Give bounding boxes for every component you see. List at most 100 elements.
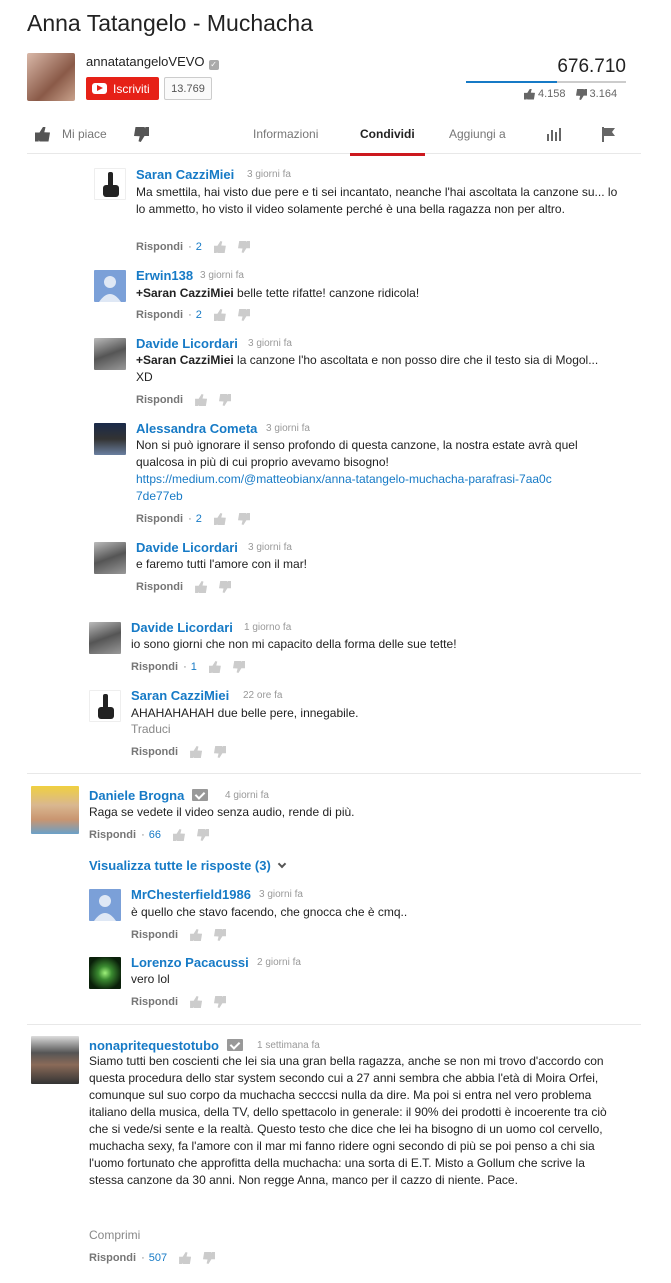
- thumbs-down-icon[interactable]: [238, 241, 250, 253]
- thumbs-down-icon[interactable]: [214, 746, 226, 758]
- comment-text: +Saran CazziMiei belle tette rifatte! ca…: [136, 285, 626, 302]
- channel-avatar[interactable]: [27, 53, 75, 101]
- thumbs-up-icon[interactable]: [208, 661, 221, 673]
- comment-text: Raga se vedete il video senza audio, ren…: [89, 805, 355, 819]
- subscribe-button[interactable]: Iscriviti: [86, 77, 159, 100]
- view-all-replies-button[interactable]: Visualizza tutte le risposte (3): [89, 858, 287, 873]
- thumbs-up-icon[interactable]: [190, 996, 203, 1008]
- channel-name[interactable]: annatatangeloVEVO ✓: [86, 54, 219, 70]
- thumbs-up-icon[interactable]: [213, 241, 226, 253]
- thumbs-up-icon[interactable]: [213, 513, 226, 525]
- avatar[interactable]: [94, 423, 126, 455]
- comment-time[interactable]: 3 giorni fa: [259, 889, 303, 900]
- like-label: Mi piace: [62, 127, 107, 141]
- tab-report[interactable]: [602, 114, 615, 154]
- comment-author[interactable]: Davide Licordari: [136, 540, 238, 555]
- comment-link[interactable]: https://medium.com/@matteobianx/anna-tat…: [136, 471, 556, 505]
- reply-button[interactable]: Rispondi: [131, 929, 178, 941]
- like-count-group: 4.158: [524, 88, 566, 100]
- avatar[interactable]: [89, 957, 121, 989]
- reply-button[interactable]: Rispondi: [136, 394, 183, 406]
- reply-button[interactable]: Rispondi: [136, 513, 183, 525]
- comment-author[interactable]: Saran CazziMiei: [136, 167, 234, 182]
- avatar[interactable]: [89, 889, 121, 921]
- comment-time[interactable]: 3 giorni fa: [248, 542, 292, 553]
- thumbs-down-icon[interactable]: [203, 1252, 215, 1264]
- subscribe-label: Iscriviti: [113, 81, 150, 96]
- thumbs-up-icon[interactable]: [190, 929, 203, 941]
- reply-button[interactable]: Rispondi: [131, 746, 178, 758]
- comment-author[interactable]: Davide Licordari: [131, 620, 233, 635]
- thumbs-down-icon[interactable]: [219, 581, 231, 593]
- comment-actions: Rispondi: [131, 746, 226, 758]
- reply-button[interactable]: Rispondi: [136, 241, 183, 253]
- read-less-link[interactable]: Comprimi: [89, 1228, 140, 1242]
- comment-author[interactable]: Davide Licordari: [136, 336, 238, 351]
- thumbs-up-icon[interactable]: [195, 581, 208, 593]
- tab-informazioni[interactable]: Informazioni: [253, 114, 318, 154]
- default-user-icon: [99, 276, 121, 302]
- chevron-down-icon: [277, 859, 287, 869]
- thumbs-down-icon[interactable]: [219, 394, 231, 406]
- subscriber-count: 13.769: [164, 77, 212, 100]
- separator: ·: [188, 513, 192, 525]
- thumbs-up-icon[interactable]: [179, 1252, 192, 1264]
- like-button[interactable]: Mi piace: [35, 114, 107, 154]
- comment-author[interactable]: Saran CazziMiei: [131, 688, 229, 703]
- thumbs-down-icon[interactable]: [197, 829, 209, 841]
- comment-author[interactable]: MrChesterfield1986: [131, 887, 251, 902]
- thumbs-up-icon[interactable]: [213, 309, 226, 321]
- comment-author-name[interactable]: nonapritequestotubo: [89, 1038, 219, 1053]
- thumbs-up-icon[interactable]: [172, 829, 185, 841]
- comment-time[interactable]: 3 giorni fa: [200, 270, 244, 281]
- comment-author[interactable]: Erwin138: [136, 268, 193, 283]
- avatar[interactable]: [94, 542, 126, 574]
- comment-text: è quello che stavo facendo, che gnocca c…: [131, 905, 408, 919]
- comment-time[interactable]: 22 ore fa: [243, 690, 282, 701]
- view-all-replies-label: Visualizza tutte le risposte (3): [89, 858, 271, 873]
- translate-link[interactable]: Traduci: [131, 722, 171, 736]
- avatar[interactable]: [94, 270, 126, 302]
- reply-button[interactable]: Rispondi: [89, 829, 136, 841]
- avatar[interactable]: [94, 168, 126, 200]
- comment-author[interactable]: Lorenzo Pacacussi: [131, 955, 249, 970]
- thumbs-down-icon[interactable]: [214, 996, 226, 1008]
- comment-actions: Rispondi · 66: [89, 829, 209, 841]
- dislike-button[interactable]: [134, 114, 149, 154]
- avatar[interactable]: [31, 786, 79, 834]
- thumbs-down-icon[interactable]: [214, 929, 226, 941]
- comment-author[interactable]: Daniele Brogna: [89, 788, 209, 803]
- comment-time[interactable]: 3 giorni fa: [247, 169, 291, 180]
- comment-author-name[interactable]: Daniele Brogna: [89, 788, 184, 803]
- thumbs-down-icon[interactable]: [238, 309, 250, 321]
- channel-name-text[interactable]: annatatangeloVEVO: [86, 54, 205, 69]
- comment-time[interactable]: 3 giorni fa: [248, 338, 292, 349]
- reply-button[interactable]: Rispondi: [131, 996, 178, 1008]
- reply-button[interactable]: Rispondi: [89, 1252, 136, 1264]
- avatar[interactable]: [31, 1036, 79, 1084]
- avatar[interactable]: [89, 690, 121, 722]
- reply-button[interactable]: Rispondi: [131, 661, 178, 673]
- thumbs-up-icon[interactable]: [195, 394, 208, 406]
- mention[interactable]: +Saran CazziMiei: [136, 286, 234, 300]
- tab-stats[interactable]: [547, 114, 561, 154]
- mention[interactable]: +Saran CazziMiei: [136, 353, 234, 367]
- comment-time[interactable]: 2 giorni fa: [257, 957, 301, 968]
- reply-button[interactable]: Rispondi: [136, 309, 183, 321]
- thumbs-up-icon[interactable]: [190, 746, 203, 758]
- comment-author[interactable]: Alessandra Cometa: [136, 421, 257, 436]
- comment-time[interactable]: 1 giorno fa: [244, 622, 291, 633]
- comment-time[interactable]: 3 giorni fa: [266, 423, 310, 434]
- comment-actions: Rispondi · 2: [136, 309, 250, 321]
- avatar[interactable]: [94, 338, 126, 370]
- comment-time[interactable]: 4 giorni fa: [225, 790, 269, 801]
- comment-actions: Rispondi · 1: [131, 661, 245, 673]
- comment-time[interactable]: 1 settimana fa: [257, 1040, 320, 1051]
- tab-aggiungi[interactable]: Aggiungi a: [449, 114, 506, 154]
- thumbs-down-icon[interactable]: [238, 513, 250, 525]
- avatar[interactable]: [89, 622, 121, 654]
- reply-button[interactable]: Rispondi: [136, 581, 183, 593]
- comment-author[interactable]: nonapritequestotubo: [89, 1038, 243, 1053]
- tab-condividi[interactable]: Condividi: [350, 114, 425, 156]
- thumbs-down-icon[interactable]: [233, 661, 245, 673]
